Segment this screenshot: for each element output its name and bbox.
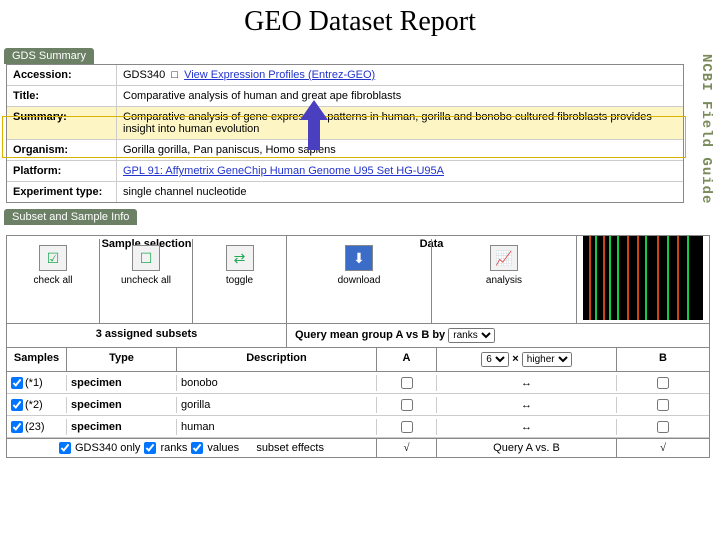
row-checkbox[interactable]	[11, 377, 23, 389]
subset-panel: Sample selection Data ☑ check all	[6, 235, 710, 458]
a-checkbox[interactable]	[401, 399, 413, 411]
samples-header: Samples	[7, 348, 67, 371]
table-row: (23) specimen human ↔	[7, 416, 709, 438]
heatmap-image[interactable]	[583, 236, 703, 320]
subset-effects-label: subset effects	[256, 442, 324, 454]
num-select[interactable]: 6	[481, 352, 509, 367]
row-checkbox[interactable]	[11, 421, 23, 433]
toggle-icon[interactable]: ⇄	[226, 245, 254, 271]
organism-value: Gorilla gorilla, Pan paniscus, Homo sapi…	[117, 140, 683, 160]
row-checkbox[interactable]	[11, 399, 23, 411]
a-checkbox[interactable]	[401, 421, 413, 433]
times-label: ×	[512, 353, 518, 365]
side-label: NCBI Field Guide	[698, 54, 714, 204]
tab-subset-sample[interactable]: Subset and Sample Info	[4, 209, 137, 225]
row-n: (23)	[25, 421, 45, 433]
table-row: (*1) specimen bonobo ↔	[7, 372, 709, 394]
heatmap-container	[577, 236, 709, 323]
ranks-label: ranks	[160, 442, 187, 454]
title-label: Title:	[7, 86, 117, 106]
b-header: B	[617, 348, 709, 371]
exptype-label: Experiment type:	[7, 182, 117, 202]
row-type: specimen	[67, 375, 177, 391]
toggle-label: toggle	[193, 275, 286, 286]
tab-gds-summary[interactable]: GDS Summary	[4, 48, 94, 64]
exptype-value: single channel nucleotide	[117, 182, 683, 202]
uncheck-all-icon[interactable]: ☐	[132, 245, 160, 271]
platform-label: Platform:	[7, 161, 117, 181]
uncheck-all-label: uncheck all	[100, 275, 192, 286]
a-checkbox[interactable]	[401, 377, 413, 389]
higher-select[interactable]: higher	[522, 352, 572, 367]
analysis-label: analysis	[432, 275, 576, 286]
download-icon[interactable]: ⬇	[345, 245, 373, 271]
b-checkbox[interactable]	[657, 399, 669, 411]
assigned-subsets-header: 3 assigned subsets	[7, 324, 287, 347]
accession-value: GDS340	[123, 69, 165, 81]
view-profiles-link[interactable]: View Expression Profiles (Entrez-GEO)	[184, 69, 375, 81]
gds-only-label: GDS340 only	[75, 442, 140, 454]
download-label: download	[287, 275, 431, 286]
sqrt-a-icon[interactable]: √	[403, 442, 409, 454]
sqrt-b-icon[interactable]: √	[660, 442, 666, 454]
row-desc: bonobo	[177, 375, 377, 391]
summary-label: Summary:	[7, 107, 117, 139]
row-desc: human	[177, 419, 377, 435]
check-all-icon[interactable]: ☑	[39, 245, 67, 271]
title-value: Comparative analysis of human and great …	[117, 86, 683, 106]
row-type: specimen	[67, 397, 177, 413]
query-mean-label: Query mean group A vs B by	[295, 329, 445, 341]
ranks-select[interactable]: ranks	[448, 328, 495, 343]
check-all-label: check all	[7, 275, 99, 286]
row-type: specimen	[67, 419, 177, 435]
analysis-icon[interactable]: 📈	[490, 245, 518, 271]
ranks-checkbox[interactable]	[144, 442, 156, 454]
platform-link[interactable]: GPL 91: Affymetrix GeneChip Human Genome…	[123, 165, 444, 177]
values-label: values	[207, 442, 239, 454]
gds-only-checkbox[interactable]	[59, 442, 71, 454]
row-n: (*1)	[25, 377, 43, 389]
type-header: Type	[67, 348, 177, 371]
row-desc: gorilla	[177, 397, 377, 413]
organism-label: Organism:	[7, 140, 117, 160]
table-row: (*2) specimen gorilla ↔	[7, 394, 709, 416]
accession-label: Accession:	[7, 65, 117, 85]
row-n: (*2)	[25, 399, 43, 411]
description-header: Description	[177, 348, 377, 371]
arrow-cell: ↔	[437, 419, 617, 435]
summary-value: Comparative analysis of gene expression …	[117, 107, 683, 139]
arrow-cell: ↔	[437, 397, 617, 413]
values-checkbox[interactable]	[191, 442, 203, 454]
query-ab-button[interactable]: Query A vs. B	[437, 439, 617, 457]
a-header: A	[377, 348, 437, 371]
summary-panel: Accession: GDS340 □ View Expression Prof…	[6, 64, 684, 203]
arrow-cell: ↔	[437, 375, 617, 391]
b-checkbox[interactable]	[657, 421, 669, 433]
page-title: GEO Dataset Report	[0, 0, 720, 48]
b-checkbox[interactable]	[657, 377, 669, 389]
